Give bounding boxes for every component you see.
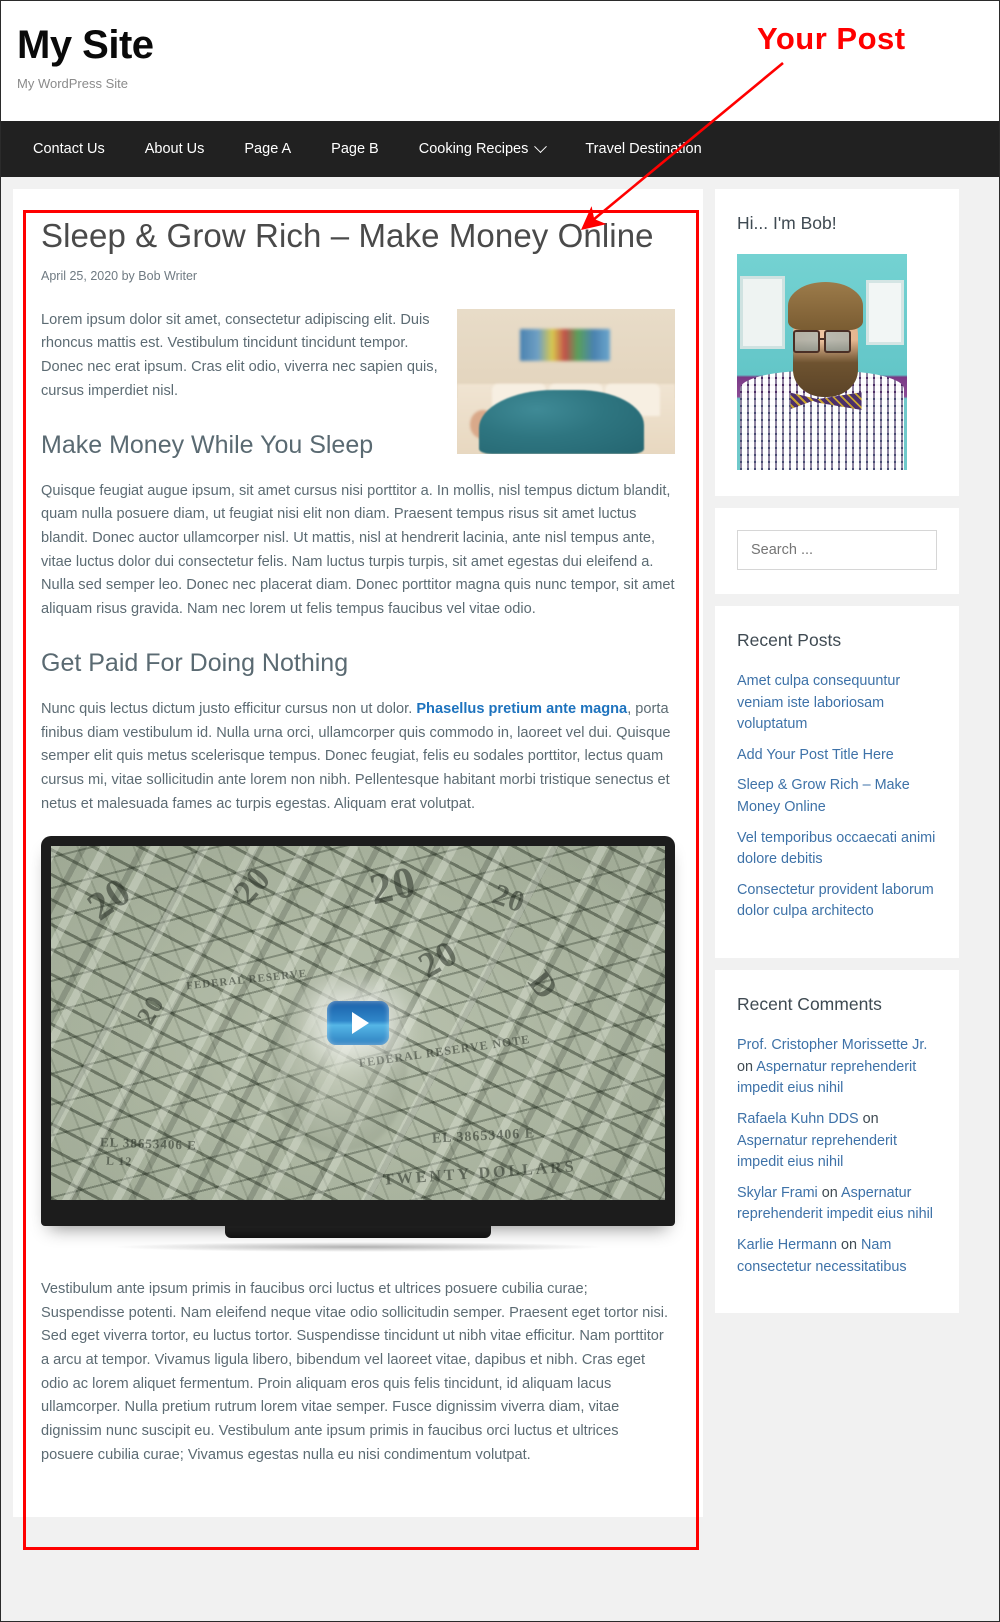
nav-item-about-us[interactable]: About Us [125, 121, 225, 177]
comment-post-link[interactable]: Aspernatur reprehenderit impedit eius ni… [737, 1133, 897, 1171]
main-content: Sleep & Grow Rich – Make Money Online Ap… [13, 189, 703, 1518]
video-thumbnail: 20 20 20 20 20 D 20 FEDERAL RESERVE NOTE… [51, 846, 665, 1201]
nav-item-label: Contact Us [33, 141, 105, 157]
annotation-label: Your Post [757, 21, 906, 56]
recent-post-link[interactable]: Consectetur provident laborum dolor culp… [737, 882, 934, 920]
comment-author-link[interactable]: Skylar Frami [737, 1185, 818, 1201]
recent-post-link[interactable]: Vel temporibus occaecati animi dolore de… [737, 830, 935, 868]
widget-recent-posts: Recent Posts Amet culpa consequuntur ven… [715, 606, 959, 959]
post-body: Lorem ipsum dolor sit amet, consectetur … [41, 308, 675, 1468]
avatar [737, 254, 907, 470]
list-item: Prof. Cristopher Morissette Jr. on Asper… [737, 1035, 937, 1100]
comment-on-label: on [840, 1236, 857, 1253]
post-article: Sleep & Grow Rich – Make Money Online Ap… [13, 189, 703, 1518]
nav-item-travel-destination[interactable]: Travel Destination [565, 121, 721, 177]
nav-item-label: About Us [144, 141, 205, 157]
widget-about: Hi... I'm Bob! [715, 189, 959, 496]
main-navigation: Contact Us About Us Page A Page B Cookin… [1, 121, 999, 177]
comment-on-label: on [862, 1110, 879, 1127]
nav-item-page-a[interactable]: Page A [224, 121, 311, 177]
widget-title-recent-comments: Recent Comments [737, 994, 882, 1015]
comment-on-label: on [737, 1058, 754, 1075]
nav-item-page-b[interactable]: Page B [311, 121, 399, 177]
paragraph-2-text-before: Nunc quis lectus dictum justo efficitur … [41, 700, 417, 717]
widget-title-recent-posts: Recent Posts [737, 630, 842, 650]
nav-item-label: Cooking Recipes [418, 141, 529, 157]
comment-on-label: on [821, 1184, 838, 1201]
paragraph-2-text-after: , porta finibus diam vestibulum id. Null… [41, 700, 671, 812]
nav-item-label: Page B [331, 141, 379, 157]
recent-post-link[interactable]: Amet culpa consequuntur veniam iste labo… [737, 673, 900, 732]
video-embed[interactable]: 20 20 20 20 20 D 20 FEDERAL RESERVE NOTE… [41, 836, 675, 1253]
featured-image [457, 308, 675, 454]
page-layout: Sleep & Grow Rich – Make Money Online Ap… [1, 177, 999, 1518]
list-item: Rafaela Kuhn DDS on Aspernatur reprehend… [737, 1109, 937, 1174]
post-paragraph-1: Quisque feugiat augue ipsum, sit amet cu… [41, 482, 675, 617]
comment-author-link[interactable]: Rafaela Kuhn DDS [737, 1111, 859, 1127]
chevron-down-icon [534, 139, 548, 153]
post-paragraph-3: Vestibulum ante ipsum primis in faucibus… [41, 1281, 669, 1463]
recent-post-link[interactable]: Add Your Post Title Here [737, 747, 894, 763]
list-item: Skylar Frami on Aspernatur reprehenderit… [737, 1183, 937, 1226]
nav-item-contact-us[interactable]: Contact Us [13, 121, 125, 177]
inline-link-phasellus[interactable]: Phasellus pretium ante magna [416, 701, 627, 717]
list-item: Sleep & Grow Rich – Make Money Online [737, 775, 937, 818]
comment-author-link[interactable]: Karlie Hermann [737, 1237, 837, 1253]
page-title: Sleep & Grow Rich – Make Money Online [41, 217, 654, 254]
site-header: My Site My WordPress Site [1, 1, 999, 121]
recent-post-link[interactable]: Sleep & Grow Rich – Make Money Online [737, 777, 910, 815]
nav-item-cooking-recipes[interactable]: Cooking Recipes [399, 121, 566, 177]
monitor-base [224, 1226, 492, 1239]
list-item: Add Your Post Title Here [737, 745, 937, 767]
comment-post-link[interactable]: Aspernatur reprehenderit impedit eius ni… [737, 1059, 916, 1097]
page-root: My Site My WordPress Site Contact Us Abo… [0, 0, 1000, 1622]
comment-author-link[interactable]: Prof. Cristopher Morissette Jr. [737, 1037, 927, 1053]
widget-recent-comments: Recent Comments Prof. Cristopher Morisse… [715, 970, 959, 1314]
widget-title-about: Hi... I'm Bob! [737, 213, 837, 233]
intro-block: Lorem ipsum dolor sit amet, consectetur … [41, 308, 675, 480]
widget-search [715, 508, 959, 594]
play-icon[interactable] [327, 1001, 389, 1046]
site-tagline: My WordPress Site [17, 76, 129, 91]
post-paragraph-2: Nunc quis lectus dictum justo efficitur … [41, 698, 675, 816]
nav-item-label: Travel Destination [585, 141, 702, 157]
list-item: Vel temporibus occaecati animi dolore de… [737, 828, 937, 871]
search-input[interactable] [737, 530, 937, 570]
monitor-frame: 20 20 20 20 20 D 20 FEDERAL RESERVE NOTE… [41, 836, 675, 1227]
sidebar: Hi... I'm Bob! Search ... Recent Posts A… [715, 189, 959, 1325]
post-meta: April 25, 2020 by Bob Writer [41, 268, 198, 283]
monitor-shadow [110, 1242, 606, 1253]
list-item: Consectetur provident laborum dolor culp… [737, 880, 937, 923]
post-heading-2: Get Paid For Doing Nothing [41, 649, 349, 678]
recent-posts-list: Amet culpa consequuntur veniam iste labo… [737, 671, 937, 923]
list-item: Karlie Hermann on Nam consectetur necess… [737, 1235, 937, 1278]
nav-item-label: Page A [244, 141, 292, 157]
list-item: Amet culpa consequuntur veniam iste labo… [737, 671, 937, 736]
